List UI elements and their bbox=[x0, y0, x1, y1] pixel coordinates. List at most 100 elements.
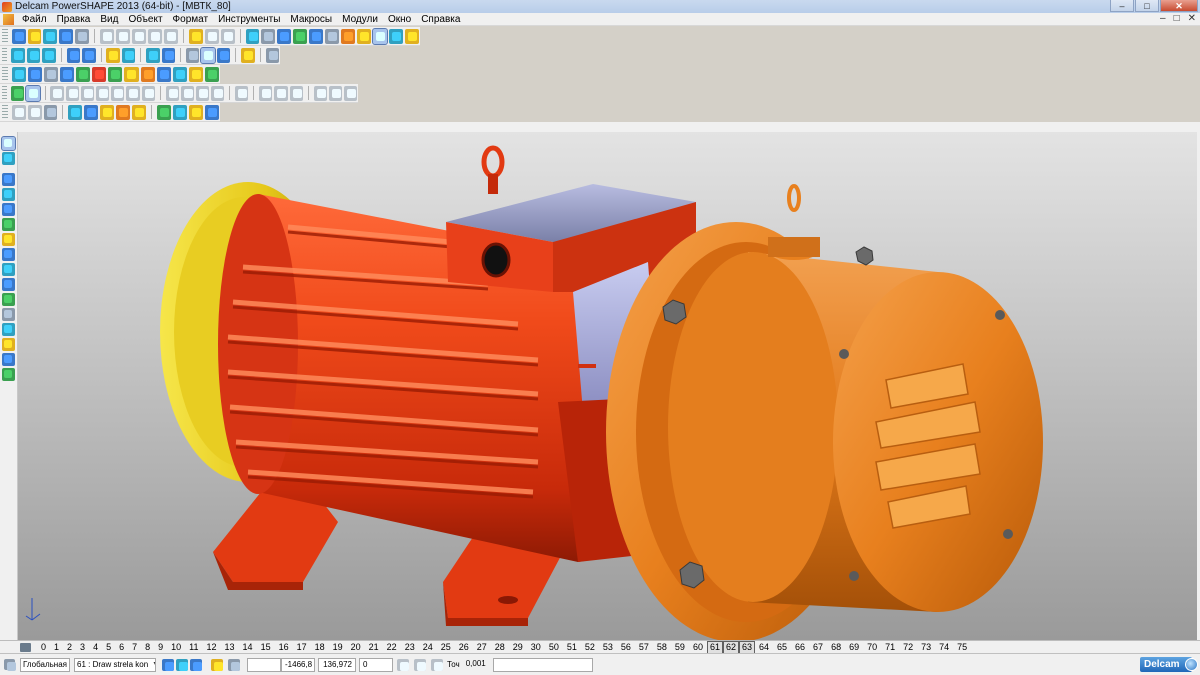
level-button[interactable]: 8 bbox=[141, 642, 154, 653]
fit-icon[interactable] bbox=[186, 47, 200, 63]
level-button[interactable]: 58 bbox=[653, 642, 671, 653]
eye-icon[interactable] bbox=[205, 104, 220, 120]
rotate-icon[interactable] bbox=[2, 203, 15, 216]
light-icon[interactable] bbox=[241, 47, 255, 63]
measure-icon[interactable] bbox=[325, 28, 340, 44]
level-button[interactable]: 10 bbox=[167, 642, 185, 653]
copy-object-icon[interactable] bbox=[132, 104, 147, 120]
edit-icon[interactable] bbox=[188, 66, 203, 82]
solid-icon[interactable] bbox=[2, 263, 15, 276]
copy-icon[interactable] bbox=[116, 28, 131, 44]
redo-icon[interactable] bbox=[204, 28, 219, 44]
axis-icon[interactable] bbox=[43, 104, 58, 120]
level-button[interactable]: 52 bbox=[581, 642, 599, 653]
level-button[interactable]: 18 bbox=[311, 642, 329, 653]
render-icon[interactable] bbox=[204, 66, 220, 82]
select-filter-icon[interactable] bbox=[211, 658, 223, 671]
snap-grid-icon[interactable] bbox=[190, 658, 202, 671]
absolute-icon[interactable] bbox=[414, 658, 426, 671]
paste-icon[interactable] bbox=[132, 28, 146, 44]
chamfer-icon[interactable] bbox=[180, 85, 194, 101]
select-mode-icon[interactable] bbox=[261, 28, 276, 44]
level-button[interactable]: 19 bbox=[329, 642, 347, 653]
level-button[interactable]: 60 bbox=[689, 642, 707, 653]
feature-icon[interactable] bbox=[140, 66, 155, 82]
level-button[interactable]: 66 bbox=[791, 642, 809, 653]
maximize-button[interactable]: □ bbox=[1135, 0, 1159, 12]
sweep-icon[interactable] bbox=[126, 85, 140, 101]
assembly-icon[interactable] bbox=[156, 66, 171, 82]
move-icon[interactable] bbox=[2, 188, 15, 201]
undo-icon[interactable] bbox=[188, 28, 203, 44]
level-button[interactable]: 29 bbox=[509, 642, 527, 653]
view-right-icon[interactable] bbox=[42, 47, 56, 63]
level-button[interactable]: 13 bbox=[221, 642, 239, 653]
analyze-icon[interactable] bbox=[2, 293, 15, 306]
spring-icon[interactable] bbox=[111, 85, 125, 101]
menu-edit[interactable]: Правка bbox=[52, 14, 96, 25]
new-icon[interactable] bbox=[11, 28, 26, 44]
level-button[interactable]: 65 bbox=[773, 642, 791, 653]
level-button[interactable]: 22 bbox=[383, 642, 401, 653]
delete-icon[interactable] bbox=[148, 28, 162, 44]
workplane-icon[interactable] bbox=[4, 659, 15, 670]
workplane-icon[interactable] bbox=[11, 66, 26, 82]
coord-z-field[interactable]: 0 bbox=[359, 657, 393, 672]
scale-icon[interactable] bbox=[2, 218, 15, 231]
shade-icon[interactable] bbox=[372, 27, 388, 45]
level-button[interactable]: 56 bbox=[617, 642, 635, 653]
tools-icon[interactable] bbox=[404, 28, 419, 44]
level-button[interactable]: 64 bbox=[755, 642, 773, 653]
doc-restore-button[interactable]: □ bbox=[1174, 13, 1180, 24]
layers-icon[interactable] bbox=[2, 152, 15, 165]
menu-object[interactable]: Объект bbox=[123, 14, 167, 25]
loft-icon[interactable] bbox=[141, 85, 155, 101]
level-button[interactable]: 73 bbox=[917, 642, 935, 653]
level-button[interactable]: 15 bbox=[257, 642, 275, 653]
menu-format[interactable]: Формат bbox=[168, 14, 214, 25]
scale-icon[interactable] bbox=[116, 104, 131, 120]
level-button[interactable]: 1 bbox=[50, 642, 63, 653]
mesh-icon[interactable] bbox=[172, 66, 187, 82]
split-icon[interactable] bbox=[274, 85, 288, 101]
menu-macros[interactable]: Макросы bbox=[285, 14, 337, 25]
view-iso2-icon[interactable] bbox=[82, 47, 96, 63]
toolbar-grip[interactable] bbox=[2, 104, 8, 120]
brush-icon[interactable] bbox=[341, 28, 356, 44]
draft-icon[interactable] bbox=[211, 85, 225, 101]
motor-model[interactable] bbox=[18, 132, 1197, 640]
level-button[interactable]: 6 bbox=[115, 642, 128, 653]
level-button[interactable]: 26 bbox=[455, 642, 473, 653]
level-button[interactable]: 14 bbox=[239, 642, 257, 653]
zoom-in-icon[interactable] bbox=[121, 47, 136, 63]
rotate-icon[interactable] bbox=[84, 104, 99, 120]
level-button[interactable]: 67 bbox=[809, 642, 827, 653]
solid-icon[interactable] bbox=[124, 66, 139, 82]
level-button[interactable]: 71 bbox=[881, 642, 899, 653]
level-button[interactable]: 9 bbox=[154, 642, 167, 653]
level-button[interactable]: 3 bbox=[76, 642, 89, 653]
doc-close-button[interactable]: ✕ bbox=[1188, 13, 1196, 24]
level-button[interactable]: 17 bbox=[293, 642, 311, 653]
grid-icon[interactable] bbox=[228, 658, 240, 671]
doc-minimize-button[interactable]: – bbox=[1160, 13, 1166, 24]
level-button[interactable]: 62 bbox=[722, 640, 739, 654]
flip-icon[interactable] bbox=[189, 104, 204, 120]
level-button[interactable]: 70 bbox=[863, 642, 881, 653]
level-button[interactable]: 72 bbox=[899, 642, 917, 653]
level-button[interactable]: 69 bbox=[845, 642, 863, 653]
level-button[interactable]: 30 bbox=[527, 642, 545, 653]
boolean-icon[interactable] bbox=[235, 85, 249, 101]
toolbar-grip[interactable] bbox=[2, 85, 8, 101]
document-icon[interactable] bbox=[3, 13, 14, 25]
menu-modules[interactable]: Модули bbox=[337, 14, 383, 25]
snap-icon[interactable] bbox=[162, 658, 174, 671]
pan-icon[interactable] bbox=[106, 47, 120, 63]
mirror-icon[interactable] bbox=[2, 233, 15, 246]
zoom-icon[interactable] bbox=[245, 28, 260, 44]
level-select[interactable]: 61 : Draw strela kon▼ bbox=[74, 657, 156, 672]
level-button[interactable]: 24 bbox=[419, 642, 437, 653]
level-button[interactable]: 63 bbox=[738, 640, 755, 654]
mirror-icon[interactable] bbox=[328, 85, 342, 101]
toolbar-grip[interactable] bbox=[2, 66, 8, 82]
